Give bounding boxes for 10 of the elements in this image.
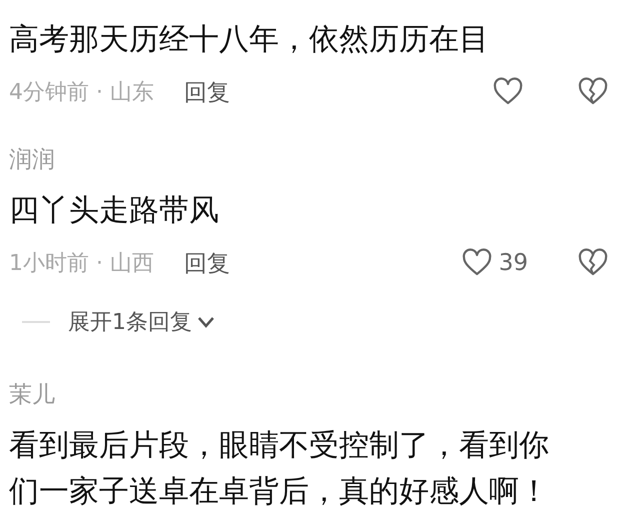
reply-link[interactable]: 回复 [184,76,230,108]
timestamp-location: 1小时前 · 山西 [9,250,154,278]
chevron-down-icon [196,315,216,329]
comment-text: 高考那天历经十八年，依然历历在目 [9,21,490,59]
like-button[interactable]: 39 [460,247,528,279]
timestamp-location: 4分钟前 · 山东 [9,79,154,107]
comment-text: 四丫头走路带风 [9,192,220,230]
comment-text: 看到最后片段，眼睛不受控制了，看到你们一家子送卓在卓背后，真的好感人啊！ [9,427,550,511]
reply-link[interactable]: 回复 [184,248,230,278]
expand-replies-button[interactable]: 展开1条回复 [68,307,216,337]
